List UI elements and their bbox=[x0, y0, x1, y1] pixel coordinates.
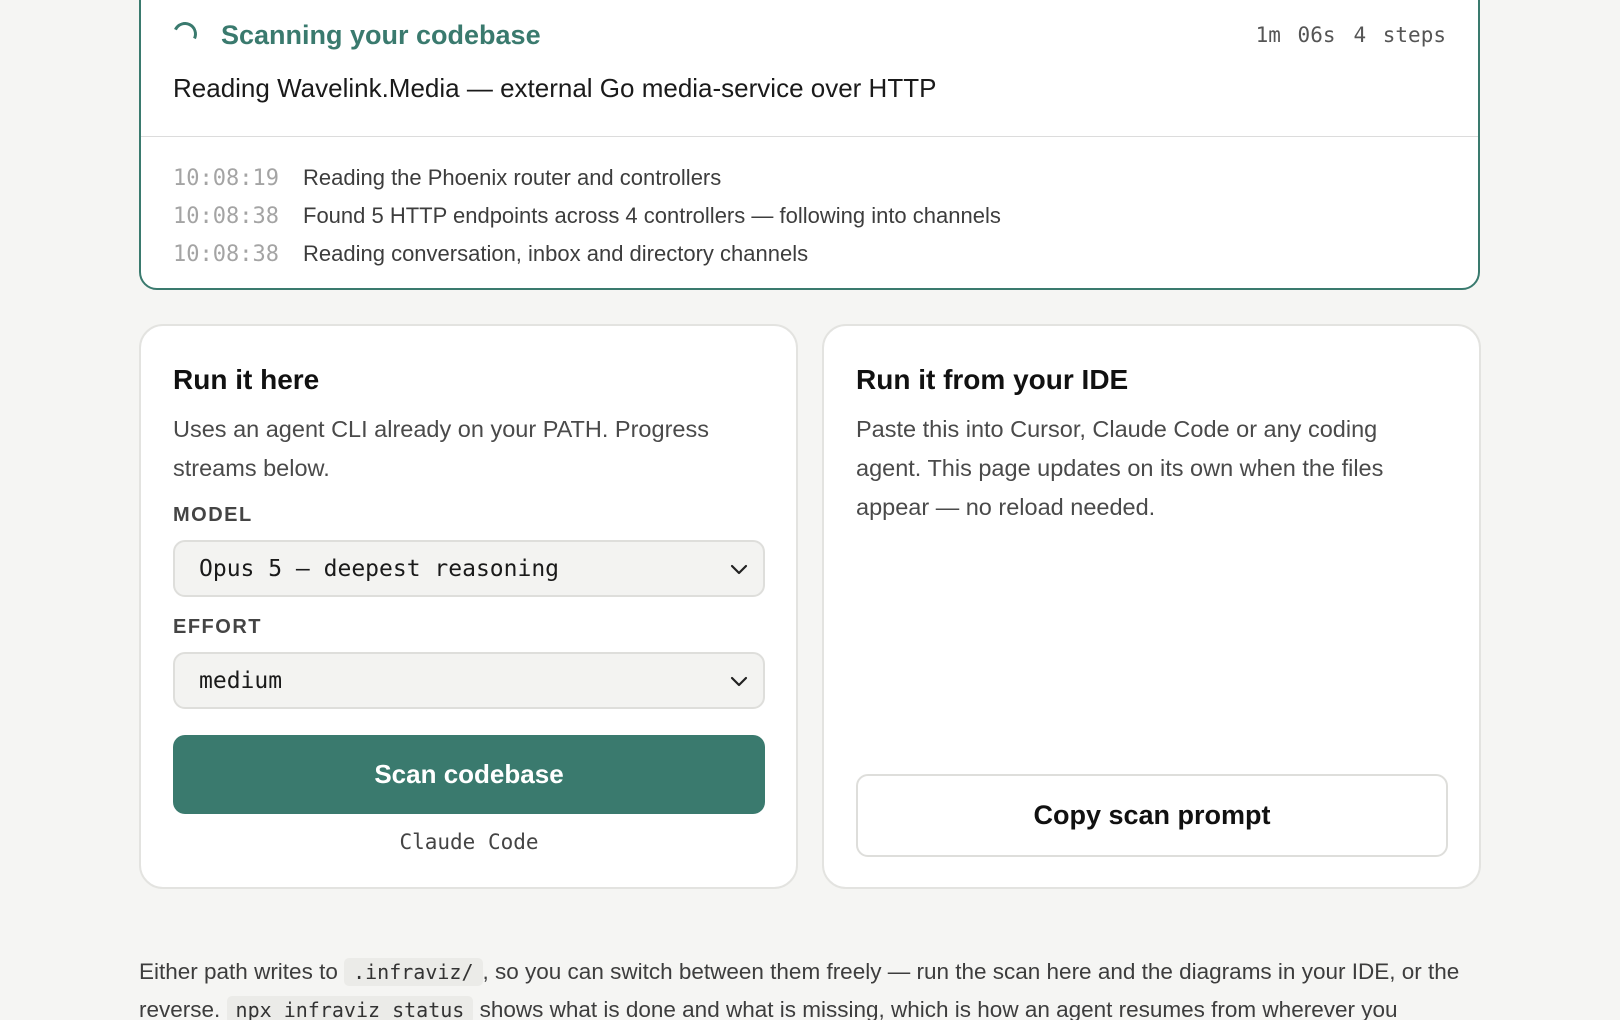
footer-text-part: Either path writes to bbox=[139, 959, 345, 984]
spinner-icon bbox=[169, 18, 201, 50]
log-time: 10:08:19 bbox=[173, 165, 279, 191]
effort-label: EFFORT bbox=[173, 616, 262, 638]
run-here-card: Run it here Uses an agent CLI already on… bbox=[139, 324, 798, 889]
run-here-title: Run it here bbox=[173, 364, 320, 395]
scan-status-header: Scanning your codebase 1m 06s 4 steps Rea… bbox=[141, 0, 1478, 137]
chevron-down-icon bbox=[730, 564, 748, 575]
log-message: Reading the Phoenix router and controlle… bbox=[303, 165, 722, 190]
agent-name: Claude Code bbox=[399, 830, 539, 854]
log-entry: 10:08:38 Reading conversation, inbox and… bbox=[173, 235, 1446, 273]
run-ide-card: Run it from your IDE Paste this into Cur… bbox=[822, 324, 1481, 889]
scan-codebase-button[interactable]: Scan codebase bbox=[173, 735, 765, 814]
chevron-down-icon bbox=[730, 676, 748, 687]
run-ide-title: Run it from your IDE bbox=[856, 364, 1129, 395]
log-time: 10:08:38 bbox=[173, 203, 279, 229]
footer-paragraph: Either path writes to .infraviz/, so you… bbox=[139, 953, 1480, 1020]
log-time: 10:08:38 bbox=[173, 241, 279, 267]
footer-text-part: shows what is done and what is missing, … bbox=[473, 997, 1398, 1020]
scan-status-meta: 1m 06s 4 steps bbox=[1256, 23, 1446, 47]
log-entry: 10:08:38 Found 5 HTTP endpoints across 4… bbox=[173, 197, 1446, 235]
infraviz-dir-code: .infraviz/ bbox=[344, 958, 483, 986]
status-command-code: npx infraviz status bbox=[226, 996, 474, 1020]
model-select[interactable]: Opus 5 — deepest reasoning bbox=[173, 540, 765, 597]
run-here-description: Uses an agent CLI already on your PATH. … bbox=[173, 416, 709, 481]
step-count: 4 steps bbox=[1353, 23, 1446, 47]
log-message: Reading conversation, inbox and director… bbox=[303, 241, 809, 266]
log-entry: 10:08:19 Reading the Phoenix router and … bbox=[173, 159, 1446, 197]
log-message: Found 5 HTTP endpoints across 4 controll… bbox=[303, 203, 1001, 228]
current-action: Reading Wavelink.Media — external Go med… bbox=[173, 73, 937, 103]
effort-select-value: medium bbox=[199, 667, 283, 694]
page: Scanning your codebase 1m 06s 4 steps Rea… bbox=[0, 0, 1620, 1020]
effort-select[interactable]: medium bbox=[173, 652, 765, 709]
scan-log: 10:08:19 Reading the Phoenix router and … bbox=[141, 137, 1478, 273]
elapsed-time: 1m 06s bbox=[1255, 23, 1336, 47]
scan-status-title: Scanning your codebase bbox=[221, 20, 541, 50]
scan-status-card: Scanning your codebase 1m 06s 4 steps Rea… bbox=[139, 0, 1480, 290]
model-select-value: Opus 5 — deepest reasoning bbox=[199, 555, 560, 582]
model-label: MODEL bbox=[173, 504, 253, 526]
run-ide-description: Paste this into Cursor, Claude Code or a… bbox=[856, 416, 1384, 520]
copy-scan-prompt-button[interactable]: Copy scan prompt bbox=[856, 774, 1448, 857]
